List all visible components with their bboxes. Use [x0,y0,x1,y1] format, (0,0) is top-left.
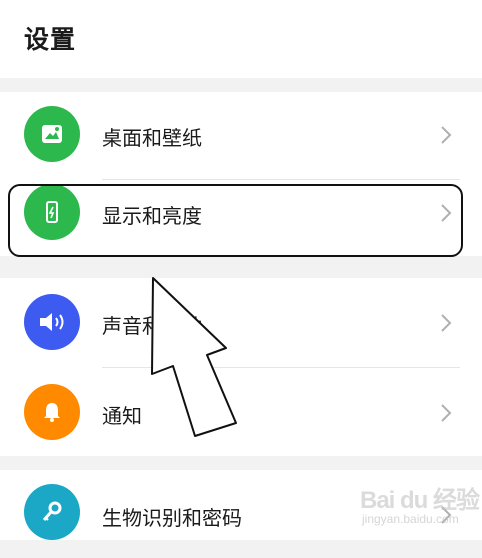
pointer-arrow-icon [140,268,250,447]
settings-item-label: 桌面和壁纸 [102,126,202,150]
watermark-url: jingyan.baidu.com [362,512,459,526]
page-title: 设置 [24,25,77,54]
header: 设置 [0,0,482,78]
highlight-box [8,184,463,257]
bell-icon [24,384,80,440]
wallpaper-icon [24,106,80,162]
settings-item-wallpaper[interactable]: 桌面和壁纸 [0,92,482,180]
speaker-icon [24,294,80,350]
settings-item-label: 生物识别和密码 [102,506,242,530]
chevron-right-icon [440,125,452,149]
watermark-brand: Bai du 经验 [360,487,480,514]
settings-item-label: 通知 [102,404,142,428]
chevron-right-icon [440,313,452,337]
key-icon [24,484,80,540]
chevron-right-icon [440,403,452,427]
